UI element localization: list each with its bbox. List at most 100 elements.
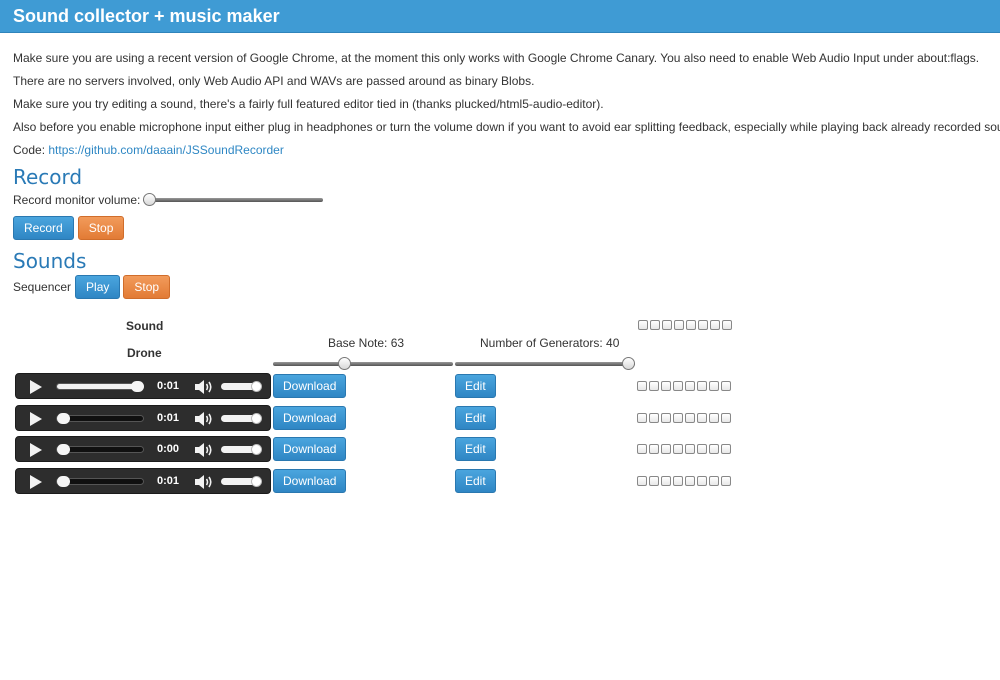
play-icon[interactable]: [30, 412, 42, 426]
github-link[interactable]: https://github.com/daaain/JSSoundRecorde…: [48, 143, 283, 157]
sounds-heading: Sounds: [13, 249, 87, 273]
step-checkbox[interactable]: [698, 320, 708, 330]
intro-paragraph-4: Also before you enable microphone input …: [13, 120, 1000, 134]
edit-button[interactable]: Edit: [455, 469, 496, 493]
sequencer-row: Sequencer Play Stop: [13, 275, 987, 299]
step-checkbox[interactable]: [709, 444, 719, 454]
volume-thumb[interactable]: [251, 476, 262, 487]
volume-icon[interactable]: [194, 474, 214, 490]
step-checkbox[interactable]: [685, 444, 695, 454]
sequencer-play-button[interactable]: Play: [75, 275, 121, 299]
seek-thumb[interactable]: [131, 381, 144, 392]
play-icon[interactable]: [30, 443, 42, 457]
edit-button[interactable]: Edit: [455, 374, 496, 398]
monitor-volume-slider[interactable]: [143, 193, 324, 207]
volume-slider[interactable]: [221, 381, 262, 392]
step-checkbox[interactable]: [721, 476, 731, 486]
monitor-volume-thumb[interactable]: [143, 193, 157, 206]
step-checkbox[interactable]: [709, 413, 719, 423]
monitor-volume-track: [143, 198, 324, 202]
step-checkbox[interactable]: [673, 381, 683, 391]
generators-thumb[interactable]: [622, 357, 635, 370]
seek-bar[interactable]: [56, 413, 144, 424]
step-checkbox[interactable]: [637, 413, 647, 423]
sequencer-label: Sequencer: [13, 280, 72, 294]
seek-thumb[interactable]: [57, 476, 70, 487]
seek-bar[interactable]: [56, 444, 144, 455]
step-checkbox[interactable]: [673, 413, 683, 423]
step-checkbox[interactable]: [637, 444, 647, 454]
step-checkbox[interactable]: [697, 413, 707, 423]
step-checkbox[interactable]: [697, 444, 707, 454]
step-checkbox[interactable]: [650, 320, 660, 330]
generators-track: [455, 362, 635, 366]
generators-label: Number of Generators: 40: [480, 336, 620, 350]
step-checkbox[interactable]: [661, 381, 671, 391]
code-line: Code: https://github.com/daaain/JSSoundR…: [13, 139, 987, 162]
step-checkbox[interactable]: [721, 444, 731, 454]
step-checkbox[interactable]: [637, 381, 647, 391]
volume-slider[interactable]: [221, 444, 262, 455]
header-step-checkboxes: [638, 320, 732, 330]
record-controls: Record Stop: [13, 216, 987, 240]
step-checkbox[interactable]: [709, 381, 719, 391]
step-checkbox[interactable]: [674, 320, 684, 330]
intro-paragraph-3: Make sure you try editing a sound, there…: [13, 97, 604, 111]
volume-icon[interactable]: [194, 442, 214, 458]
base-note-thumb[interactable]: [338, 357, 352, 370]
sequencer-stop-button[interactable]: Stop: [123, 275, 171, 299]
step-checkbox[interactable]: [649, 476, 659, 486]
step-checkbox[interactable]: [661, 476, 671, 486]
step-checkbox[interactable]: [673, 444, 683, 454]
volume-slider[interactable]: [221, 476, 262, 487]
step-checkbox[interactable]: [685, 476, 695, 486]
volume-icon[interactable]: [194, 411, 214, 427]
generators-slider[interactable]: [455, 357, 635, 371]
base-note-slider[interactable]: [273, 357, 453, 371]
step-checkboxes: [637, 476, 731, 486]
step-checkbox[interactable]: [637, 476, 647, 486]
step-checkbox[interactable]: [721, 381, 731, 391]
seek-bar[interactable]: [56, 381, 144, 392]
step-checkbox[interactable]: [686, 320, 696, 330]
step-checkbox[interactable]: [685, 413, 695, 423]
step-checkbox[interactable]: [709, 476, 719, 486]
step-checkbox[interactable]: [661, 413, 671, 423]
download-button[interactable]: Download: [273, 406, 347, 430]
step-checkbox[interactable]: [685, 381, 695, 391]
playback-time: 0:01: [157, 380, 180, 392]
play-icon[interactable]: [30, 475, 42, 489]
download-button[interactable]: Download: [273, 437, 347, 461]
download-button[interactable]: Download: [273, 374, 347, 398]
step-checkbox[interactable]: [673, 476, 683, 486]
audio-player: 0:01: [15, 468, 271, 494]
step-checkbox[interactable]: [649, 413, 659, 423]
step-checkbox[interactable]: [649, 444, 659, 454]
step-checkbox[interactable]: [661, 444, 671, 454]
volume-slider[interactable]: [221, 413, 262, 424]
step-checkboxes: [637, 381, 731, 391]
download-button[interactable]: Download: [273, 469, 347, 493]
audio-player: 0:00: [15, 436, 271, 462]
play-icon[interactable]: [30, 380, 42, 394]
step-checkbox[interactable]: [721, 413, 731, 423]
step-checkbox[interactable]: [722, 320, 732, 330]
volume-thumb[interactable]: [251, 413, 262, 424]
step-checkbox[interactable]: [662, 320, 672, 330]
step-checkbox[interactable]: [649, 381, 659, 391]
seek-bar[interactable]: [56, 476, 144, 487]
step-checkbox[interactable]: [697, 476, 707, 486]
step-checkbox[interactable]: [638, 320, 648, 330]
record-button[interactable]: Record: [13, 216, 74, 240]
volume-icon[interactable]: [194, 379, 214, 395]
edit-button[interactable]: Edit: [455, 437, 496, 461]
seek-thumb[interactable]: [57, 413, 70, 424]
volume-thumb[interactable]: [251, 444, 262, 455]
seek-thumb[interactable]: [57, 444, 70, 455]
step-checkbox[interactable]: [697, 381, 707, 391]
volume-thumb[interactable]: [251, 381, 262, 392]
step-checkboxes: [637, 413, 731, 423]
edit-button[interactable]: Edit: [455, 406, 496, 430]
record-stop-button[interactable]: Stop: [77, 216, 125, 240]
step-checkbox[interactable]: [710, 320, 720, 330]
